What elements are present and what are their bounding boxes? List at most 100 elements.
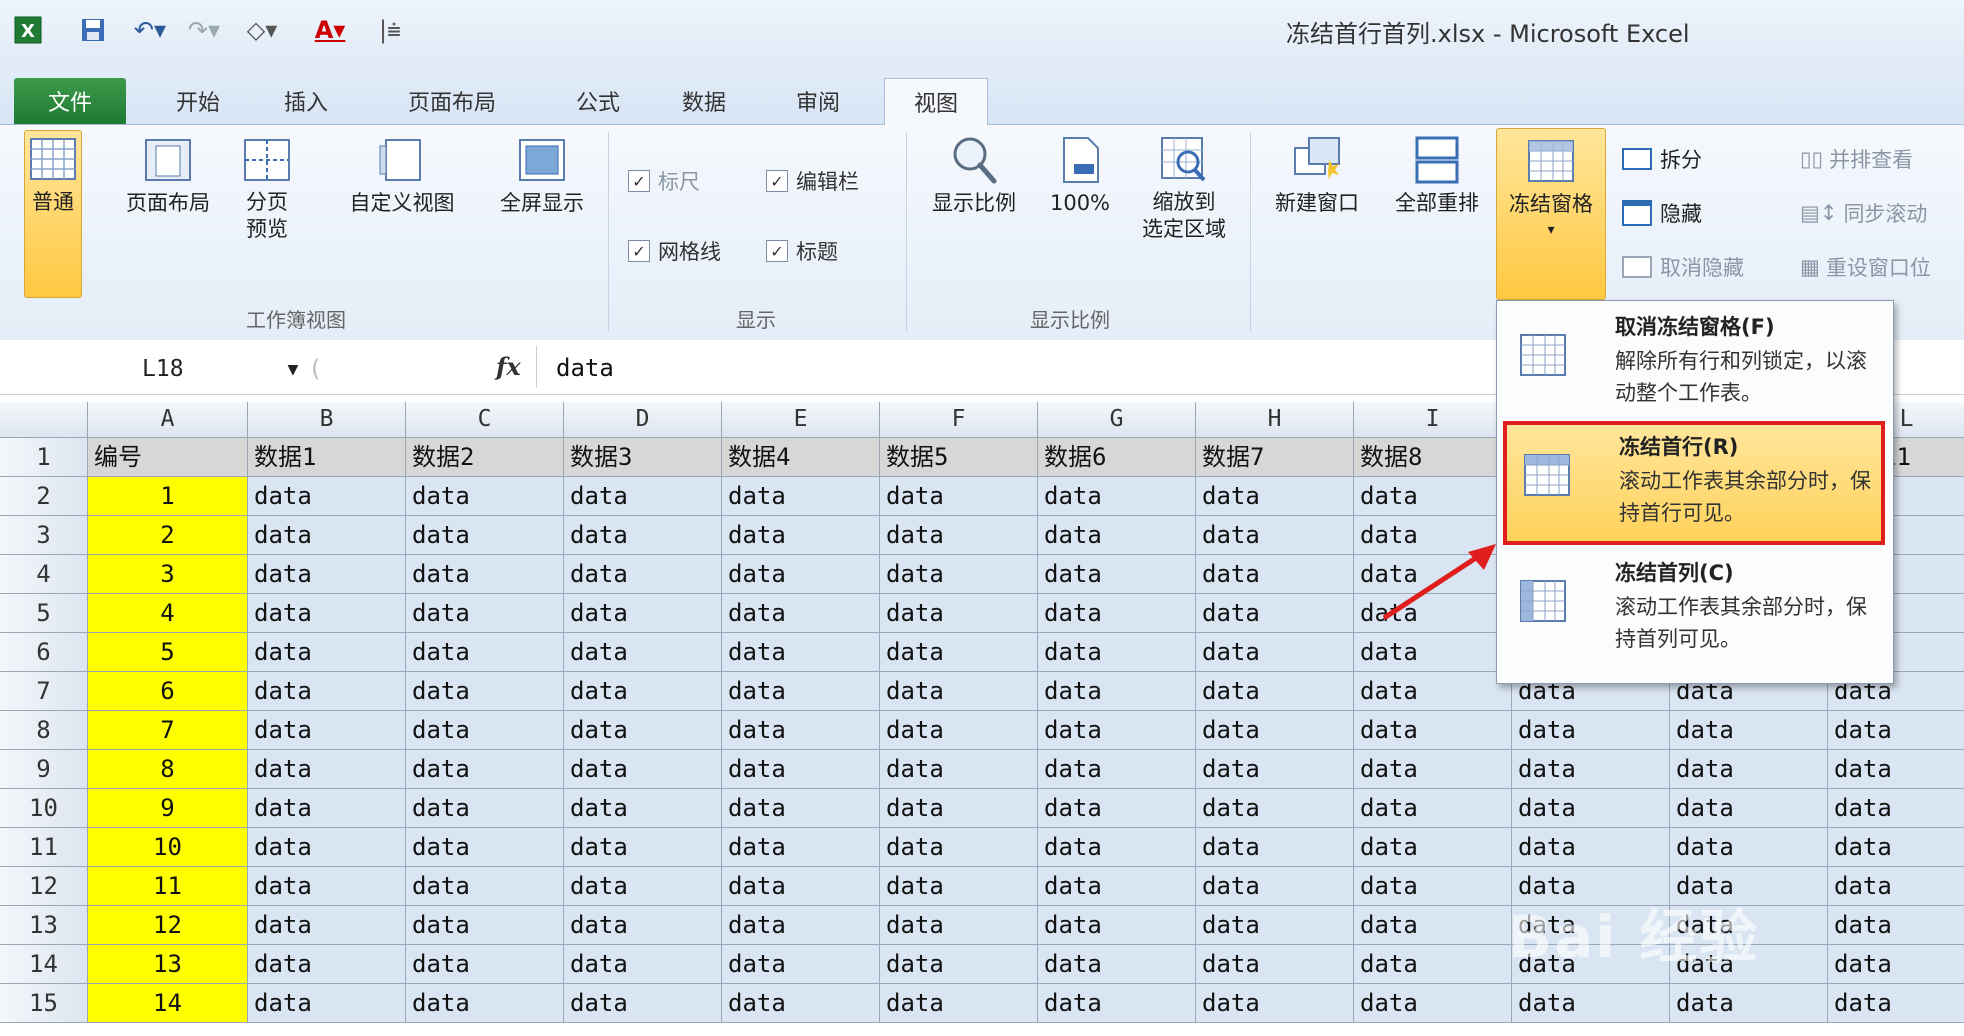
row-header[interactable]: 11: [0, 828, 88, 867]
full-screen-button[interactable]: 全屏显示: [488, 132, 596, 218]
header-cell[interactable]: 数据5: [880, 438, 1038, 477]
data-cell[interactable]: data: [564, 945, 722, 984]
row-header[interactable]: 14: [0, 945, 88, 984]
data-cell[interactable]: data: [1828, 984, 1964, 1023]
unfreeze-panes-item[interactable]: 取消冻结窗格(F) 解除所有行和列锁定，以滚动整个工作表。: [1503, 305, 1885, 421]
header-cell[interactable]: 数据4: [722, 438, 880, 477]
data-cell[interactable]: data: [880, 672, 1038, 711]
row-header[interactable]: 7: [0, 672, 88, 711]
data-cell[interactable]: data: [248, 555, 406, 594]
data-cell[interactable]: data: [1828, 789, 1964, 828]
data-cell[interactable]: data: [1512, 828, 1670, 867]
data-cell[interactable]: data: [1196, 984, 1354, 1023]
data-cell[interactable]: data: [1038, 867, 1196, 906]
row-header[interactable]: 2: [0, 477, 88, 516]
tab-file[interactable]: 文件: [14, 78, 126, 124]
data-cell[interactable]: data: [248, 633, 406, 672]
name-box[interactable]: L18 ▼ (: [14, 352, 344, 386]
data-cell[interactable]: data: [406, 711, 564, 750]
data-cell[interactable]: data: [406, 477, 564, 516]
data-cell[interactable]: data: [248, 594, 406, 633]
reset-window-position-button[interactable]: ▦ 重设窗口位: [1800, 252, 1964, 282]
id-cell[interactable]: 12: [88, 906, 248, 945]
data-cell[interactable]: data: [1196, 555, 1354, 594]
data-cell[interactable]: data: [722, 477, 880, 516]
new-window-button[interactable]: 新建窗口: [1262, 132, 1372, 218]
header-cell[interactable]: 数据2: [406, 438, 564, 477]
row-header[interactable]: 3: [0, 516, 88, 555]
freeze-first-column-item[interactable]: 冻结首列(C) 滚动工作表其余部分时，保持首列可见。: [1503, 551, 1885, 667]
data-cell[interactable]: data: [406, 828, 564, 867]
data-cell[interactable]: data: [1196, 789, 1354, 828]
column-header-b[interactable]: B: [248, 402, 406, 438]
data-cell[interactable]: data: [880, 906, 1038, 945]
id-cell[interactable]: 4: [88, 594, 248, 633]
column-header-h[interactable]: H: [1196, 402, 1354, 438]
data-cell[interactable]: data: [1038, 555, 1196, 594]
data-cell[interactable]: data: [722, 867, 880, 906]
customize-qat-icon[interactable]: |⩧: [370, 14, 410, 46]
data-cell[interactable]: data: [564, 906, 722, 945]
data-cell[interactable]: data: [564, 633, 722, 672]
normal-view-button[interactable]: 普通: [24, 130, 82, 298]
ruler-checkbox[interactable]: ✓ 标尺: [628, 166, 700, 196]
data-cell[interactable]: data: [722, 555, 880, 594]
custom-views-button[interactable]: 自定义视图: [344, 132, 460, 218]
data-cell[interactable]: data: [1828, 828, 1964, 867]
data-cell[interactable]: data: [248, 789, 406, 828]
data-cell[interactable]: data: [880, 828, 1038, 867]
freeze-panes-button[interactable]: 冻结窗格 ▾: [1496, 128, 1606, 300]
data-cell[interactable]: data: [564, 750, 722, 789]
data-cell[interactable]: data: [1196, 906, 1354, 945]
data-cell[interactable]: data: [722, 672, 880, 711]
data-cell[interactable]: data: [880, 750, 1038, 789]
data-cell[interactable]: data: [1828, 711, 1964, 750]
data-cell[interactable]: data: [1828, 945, 1964, 984]
data-cell[interactable]: data: [722, 789, 880, 828]
data-cell[interactable]: data: [1038, 906, 1196, 945]
data-cell[interactable]: data: [1038, 789, 1196, 828]
data-cell[interactable]: data: [722, 984, 880, 1023]
data-cell[interactable]: data: [406, 594, 564, 633]
column-header-c[interactable]: C: [406, 402, 564, 438]
id-cell[interactable]: 5: [88, 633, 248, 672]
headings-checkbox[interactable]: ✓ 标题: [766, 236, 838, 266]
id-cell[interactable]: 2: [88, 516, 248, 555]
data-cell[interactable]: data: [406, 516, 564, 555]
id-cell[interactable]: 6: [88, 672, 248, 711]
data-cell[interactable]: data: [1196, 867, 1354, 906]
zoom-100-button[interactable]: 100%: [1040, 132, 1120, 218]
tab-home[interactable]: 开始: [160, 78, 236, 124]
tab-formulas[interactable]: 公式: [560, 78, 636, 124]
data-cell[interactable]: data: [880, 984, 1038, 1023]
arrange-all-button[interactable]: 全部重排: [1384, 132, 1490, 218]
data-cell[interactable]: data: [248, 828, 406, 867]
data-cell[interactable]: data: [722, 750, 880, 789]
row-header[interactable]: 6: [0, 633, 88, 672]
id-cell[interactable]: 14: [88, 984, 248, 1023]
data-cell[interactable]: data: [248, 516, 406, 555]
data-cell[interactable]: data: [722, 516, 880, 555]
data-cell[interactable]: data: [1038, 984, 1196, 1023]
data-cell[interactable]: data: [406, 672, 564, 711]
header-cell[interactable]: 数据7: [1196, 438, 1354, 477]
page-layout-button[interactable]: 页面布局: [116, 132, 220, 218]
header-cell[interactable]: 数据3: [564, 438, 722, 477]
data-cell[interactable]: data: [1512, 750, 1670, 789]
redo-icon[interactable]: ↷▾: [180, 14, 228, 46]
data-cell[interactable]: data: [1512, 789, 1670, 828]
data-cell[interactable]: data: [406, 750, 564, 789]
data-cell[interactable]: data: [880, 867, 1038, 906]
data-cell[interactable]: data: [1828, 867, 1964, 906]
data-cell[interactable]: data: [406, 633, 564, 672]
row-header[interactable]: 4: [0, 555, 88, 594]
id-cell[interactable]: 9: [88, 789, 248, 828]
data-cell[interactable]: data: [248, 477, 406, 516]
row-header[interactable]: 9: [0, 750, 88, 789]
data-cell[interactable]: data: [722, 828, 880, 867]
tab-insert[interactable]: 插入: [268, 78, 344, 124]
id-cell[interactable]: 3: [88, 555, 248, 594]
data-cell[interactable]: data: [1038, 828, 1196, 867]
data-cell[interactable]: data: [722, 633, 880, 672]
data-cell[interactable]: data: [722, 594, 880, 633]
